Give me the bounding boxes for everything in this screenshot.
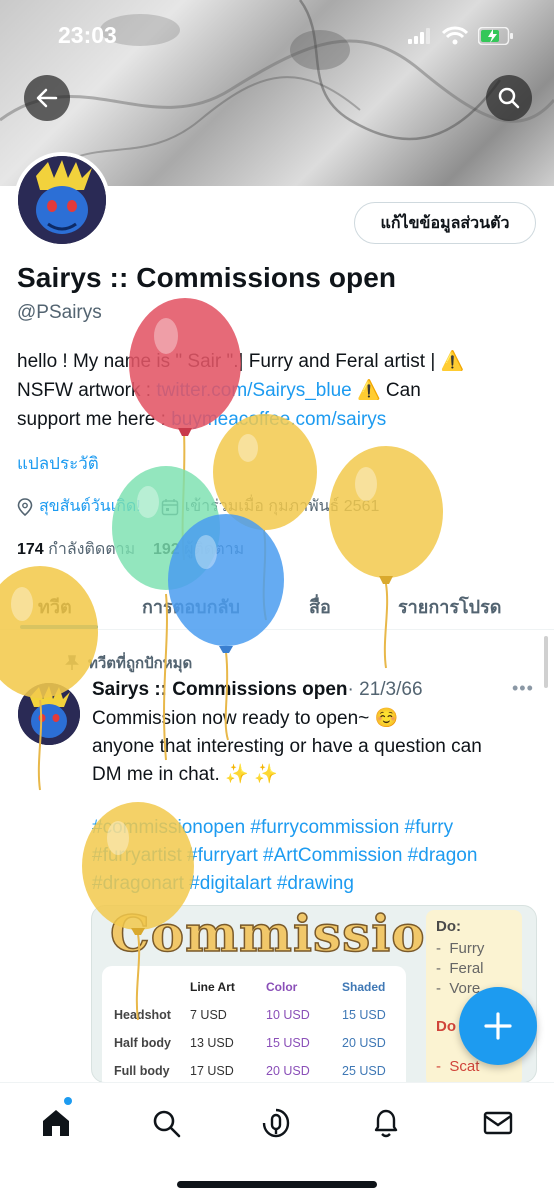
nav-search[interactable] [146, 1103, 186, 1143]
profile-name: Sairys :: Commissions open [17, 262, 397, 293]
column-line-art: Line Art [190, 980, 235, 994]
nav-home[interactable] [36, 1103, 76, 1143]
tab-replies[interactable]: การตอบกลับ [142, 592, 240, 621]
price-table: Line Art Color Shaded Headshot 7 USD 10 … [102, 966, 406, 1082]
nav-notifications[interactable] [366, 1103, 406, 1143]
cellular-signal-icon [408, 28, 430, 44]
bio-link-twitter[interactable]: twitter.com/Sairys_blue [156, 380, 351, 401]
profile-joined-date: เข้าร่วมเมื่อ กุมภาพันธ์ 2561 [184, 498, 380, 515]
do-item: - Feral [436, 960, 484, 977]
translate-bio-link[interactable]: แปลประวัติ [17, 450, 99, 477]
active-tab-indicator [20, 625, 98, 629]
scrollbar[interactable] [544, 636, 548, 688]
nav-spaces[interactable] [256, 1103, 296, 1143]
edit-profile-button[interactable]: แก้ไขข้อมูลส่วนตัว [354, 202, 536, 244]
tweet-date: · 21/3/66 [347, 679, 423, 700]
pinned-tweet-label: ทวีตที่ถูกปักหมุด [64, 651, 192, 675]
profile-location[interactable]: สุขสันต์วันเกิด! [39, 494, 141, 519]
search-icon [153, 1110, 181, 1138]
row-label: Headshot [114, 1008, 171, 1022]
profile-tabs: ทวีต การตอบกลับ สื่อ รายการโปรด [0, 578, 554, 630]
home-indicator [177, 1181, 377, 1188]
do-item: - Furry [436, 940, 485, 957]
column-shaded: Shaded [342, 980, 386, 994]
plus-icon [484, 1012, 512, 1040]
bio-line-2: NSFW artwork : twitter.com/Sairys_blue ⚠… [17, 380, 421, 401]
bottom-navigation [0, 1082, 554, 1200]
pin-icon [65, 655, 79, 670]
commission-title: Commission [109, 905, 463, 964]
bio-link-buymeacoffee[interactable]: buymeacoffee.com/sairys [171, 409, 386, 430]
price-cell: 10 USD [266, 1008, 310, 1022]
bio-line-1: hello ! My name is " Sair ".| Furry and … [17, 351, 465, 372]
tweet-header: Sairys :: Commissions open· 21/3/66 [92, 679, 423, 701]
profile-handle: @PSairys [17, 302, 102, 323]
price-cell: 15 USD [266, 1036, 310, 1050]
bio-line-3: support me here : buymeacoffee.com/sairy… [17, 409, 387, 430]
row-label: Half body [114, 1036, 171, 1050]
avatar-artwork [18, 683, 80, 745]
wifi-icon [442, 26, 468, 45]
tweet-author[interactable]: Sairys :: Commissions open [92, 679, 348, 700]
spaces-icon [262, 1108, 290, 1138]
home-icon [43, 1110, 69, 1136]
price-cell: 20 USD [342, 1036, 386, 1050]
profile-bio: hello ! My name is " Sair ".| Furry and … [17, 347, 537, 434]
follow-stats: 174 กำลังติดตาม 192 ผู้ติดตาม [17, 537, 244, 562]
tweet-avatar[interactable] [18, 683, 80, 745]
back-arrow-icon [36, 88, 58, 108]
profile-avatar[interactable] [14, 152, 110, 248]
tweet-text: Commission now ready to open~ ☺️ anyone … [92, 708, 482, 785]
balloon-yellow [329, 446, 443, 669]
home-notification-dot [64, 1097, 72, 1105]
location-pin-icon [17, 497, 33, 516]
tweet-media-image[interactable]: Commission Line Art Color Shaded Headsho… [91, 905, 537, 1083]
back-button[interactable] [24, 75, 70, 121]
dont-item: - Scat [436, 1058, 480, 1075]
price-cell: 17 USD [190, 1064, 234, 1078]
notifications-icon [374, 1109, 398, 1138]
followers-link[interactable]: 192 ผู้ติดตาม [153, 541, 244, 558]
tab-likes[interactable]: รายการโปรด [398, 592, 501, 621]
price-cell: 13 USD [190, 1036, 234, 1050]
price-cell: 15 USD [342, 1008, 386, 1022]
search-icon [498, 87, 520, 109]
price-cell: 7 USD [190, 1008, 227, 1022]
price-cell: 25 USD [342, 1064, 386, 1078]
column-color: Color [266, 980, 298, 994]
price-cell: 20 USD [266, 1064, 310, 1078]
search-button[interactable] [486, 75, 532, 121]
messages-icon [483, 1111, 513, 1135]
status-time: 23:03 [58, 22, 117, 48]
dont-header: Do [436, 1018, 456, 1035]
tweet-hashtags[interactable]: #commissionopen #furrycommission #furry … [92, 814, 540, 898]
compose-tweet-button[interactable] [459, 987, 537, 1065]
tab-media[interactable]: สื่อ [309, 592, 331, 621]
tab-tweets[interactable]: ทวีต [38, 592, 72, 621]
status-bar: 23:03 [0, 0, 554, 74]
profile-meta: สุขสันต์วันเกิด! เข้าร่วมเมื่อ กุมภาพันธ… [17, 494, 379, 519]
following-link[interactable]: 174 กำลังติดตาม [17, 541, 135, 558]
calendar-icon [161, 498, 178, 515]
nav-messages[interactable] [478, 1103, 518, 1143]
battery-charging-icon [478, 27, 513, 45]
avatar-artwork [18, 156, 106, 244]
do-header: Do: [436, 918, 461, 935]
row-label: Full body [114, 1064, 170, 1078]
more-icon[interactable]: ••• [512, 678, 534, 699]
